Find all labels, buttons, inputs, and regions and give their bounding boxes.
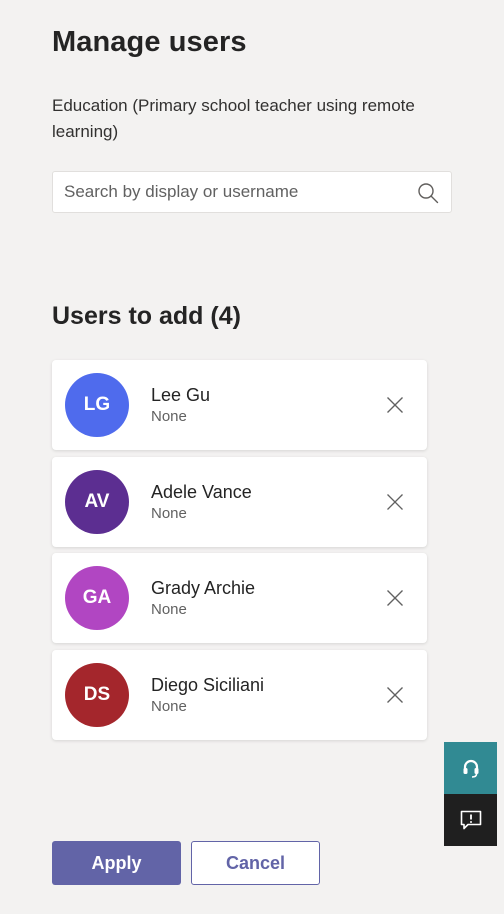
avatar: DS (65, 662, 129, 727)
avatar: AV (65, 469, 129, 534)
user-card: LG Lee Gu None (52, 360, 427, 450)
close-icon (387, 493, 403, 510)
close-icon (387, 686, 403, 703)
user-role: None (151, 697, 187, 715)
remove-user-button[interactable] (383, 683, 407, 707)
remove-user-button[interactable] (383, 586, 407, 610)
close-icon (387, 590, 403, 606)
remove-user-button[interactable] (383, 393, 407, 417)
feedback-tab[interactable] (444, 794, 497, 846)
user-role: None (151, 408, 187, 425)
user-name: Grady Archie (151, 578, 256, 598)
remove-user-button[interactable] (383, 490, 407, 514)
apply-button[interactable]: Apply (52, 841, 181, 885)
feedback-icon (460, 810, 481, 830)
user-name: Adele Vance (151, 481, 252, 502)
page-title: Manage users (52, 26, 247, 58)
page-subtitle: Education (Primary school teacher using … (52, 96, 415, 141)
avatar: LG (65, 373, 129, 437)
cancel-button[interactable]: Cancel (191, 841, 320, 885)
user-role: None (151, 601, 187, 618)
search-input[interactable] (64, 172, 409, 212)
avatar: GA (65, 566, 129, 630)
support-tab[interactable] (444, 742, 497, 794)
users-to-add-heading: Users to add (4) (52, 302, 241, 330)
user-name: Diego Siciliani (151, 674, 265, 695)
headset-icon (463, 759, 478, 778)
user-card: DS Diego Siciliani None (52, 649, 427, 740)
user-card: GA Grady Archie None (52, 553, 427, 643)
user-card: AV Adele Vance None (52, 456, 427, 547)
user-name: Lee Gu (151, 385, 211, 405)
search-icon[interactable] (417, 182, 439, 204)
search-box (52, 171, 452, 213)
close-icon (387, 397, 403, 413)
users-to-add-list: LG Lee Gu None AV Adele Vance None GA Gr… (52, 360, 427, 746)
user-role: None (151, 504, 187, 522)
